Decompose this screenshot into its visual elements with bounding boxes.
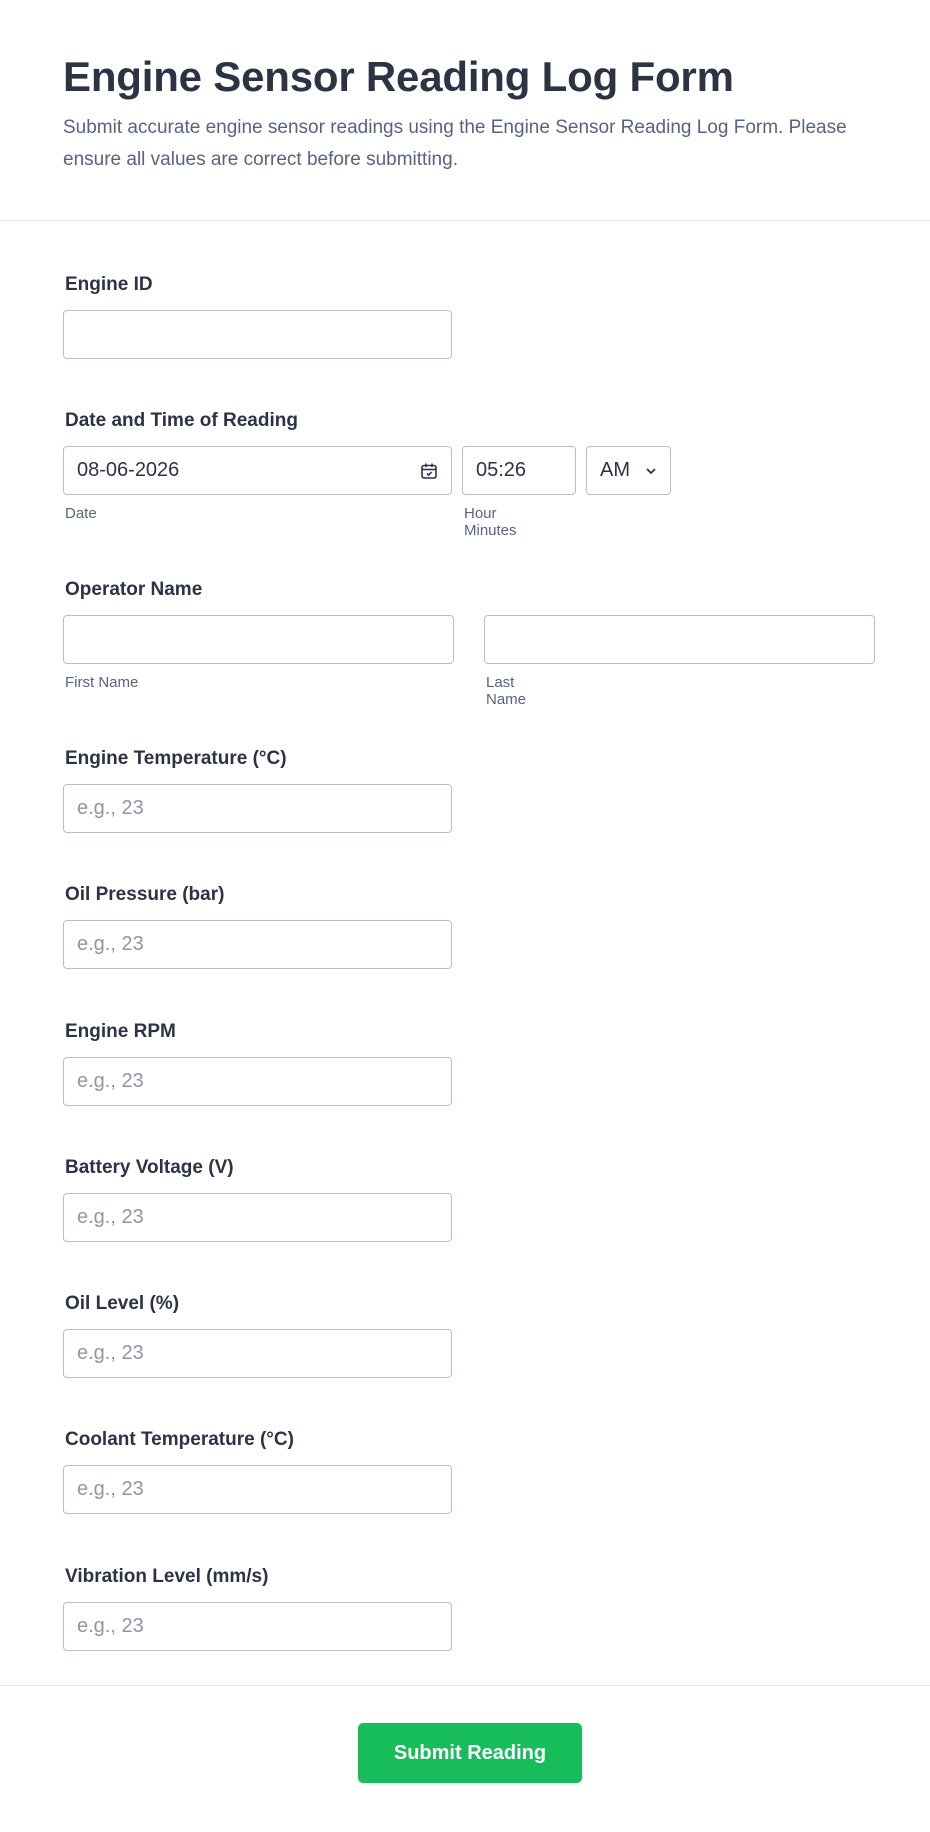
date-value: 08-06-2026 — [77, 459, 180, 481]
date-sublabel: Date — [65, 505, 97, 522]
vibration-level-input[interactable] — [63, 1602, 452, 1651]
engine-id-input[interactable] — [63, 310, 452, 359]
coolant-temperature-label: Coolant Temperature (°C) — [65, 1429, 294, 1450]
ampm-select[interactable]: AM — [586, 446, 671, 495]
time-input[interactable]: 05:26 — [462, 446, 576, 495]
engine-temperature-label: Engine Temperature (°C) — [65, 748, 287, 769]
battery-voltage-field: Battery Voltage (V) — [63, 1156, 452, 1242]
engine-rpm-input[interactable] — [63, 1057, 452, 1106]
last-name-input[interactable] — [484, 615, 875, 664]
first-name-sublabel: First Name — [65, 674, 139, 691]
chevron-down-icon — [644, 464, 658, 478]
engine-temperature-input[interactable] — [63, 784, 452, 833]
oil-level-field: Oil Level (%) — [63, 1292, 452, 1378]
form-footer: Submit Reading — [0, 1685, 930, 1832]
oil-level-input[interactable] — [63, 1329, 452, 1378]
operator-name-field: Operator Name First Name Last Name — [63, 578, 875, 708]
last-name-sublabel: Last Name — [486, 674, 527, 708]
oil-level-label: Oil Level (%) — [65, 1293, 180, 1314]
time-sublabel: Hour Minutes — [464, 505, 517, 539]
form-header: Engine Sensor Reading Log Form Submit ac… — [0, 0, 930, 221]
coolant-temperature-input[interactable] — [63, 1465, 452, 1514]
form-body: Engine ID Date and Time of Reading 08-06… — [0, 221, 930, 1686]
datetime-field: Date and Time of Reading 08-06-2026 05:2… — [63, 409, 671, 539]
engine-rpm-field: Engine RPM — [63, 1020, 452, 1106]
page-subtitle: Submit accurate engine sensor readings u… — [63, 117, 847, 170]
engine-id-field: Engine ID — [63, 273, 452, 359]
time-value: 05:26 — [476, 459, 527, 481]
engine-rpm-label: Engine RPM — [65, 1021, 176, 1042]
first-name-input[interactable] — [63, 615, 454, 664]
oil-pressure-field: Oil Pressure (bar) — [63, 883, 452, 969]
operator-name-label: Operator Name — [65, 579, 203, 600]
oil-pressure-input[interactable] — [63, 920, 452, 969]
battery-voltage-label: Battery Voltage (V) — [65, 1157, 234, 1178]
coolant-temperature-field: Coolant Temperature (°C) — [63, 1428, 452, 1514]
battery-voltage-input[interactable] — [63, 1193, 452, 1242]
engine-id-label: Engine ID — [65, 274, 153, 295]
calendar-icon[interactable] — [420, 462, 438, 480]
date-input[interactable]: 08-06-2026 — [63, 446, 452, 495]
oil-pressure-label: Oil Pressure (bar) — [65, 884, 225, 905]
page-title: Engine Sensor Reading Log Form — [63, 53, 734, 100]
ampm-value: AM — [600, 459, 630, 481]
vibration-level-field: Vibration Level (mm/s) — [63, 1565, 452, 1651]
vibration-level-label: Vibration Level (mm/s) — [65, 1566, 269, 1587]
datetime-label: Date and Time of Reading — [65, 410, 298, 431]
engine-temperature-field: Engine Temperature (°C) — [63, 747, 452, 833]
submit-reading-button[interactable]: Submit Reading — [358, 1723, 582, 1783]
